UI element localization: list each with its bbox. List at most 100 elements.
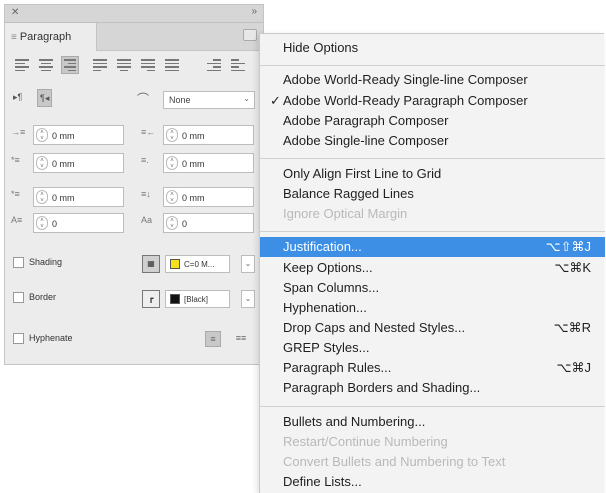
shading-dropdown-icon[interactable]: ⌄ xyxy=(241,255,255,273)
tab-paragraph-label: Paragraph xyxy=(19,31,72,43)
left-indent-field[interactable]: →≡ ˄ ˅ 0 mm xyxy=(11,125,124,145)
menu-label: Ignore Optical Margin xyxy=(283,206,408,221)
shading-row[interactable]: Shading xyxy=(13,257,62,277)
menu-label: Adobe Single-line Composer xyxy=(283,133,449,148)
panel-title-bar[interactable]: ✕ » xyxy=(5,5,263,23)
justify-right-icon[interactable] xyxy=(139,56,157,74)
panel-tab-row: ≡ Paragraph xyxy=(5,23,263,51)
stepper-icon[interactable]: ˄ ˅ xyxy=(36,216,48,230)
menu-item-grep-styles[interactable]: GREP Styles... xyxy=(260,338,605,358)
right-to-left-button[interactable]: ¶◂ xyxy=(37,89,53,107)
menu-item-balance-ragged[interactable]: Balance Ragged Lines xyxy=(260,184,605,204)
shading-color-select[interactable]: C=0 M... xyxy=(165,255,230,273)
close-icon[interactable]: ✕ xyxy=(11,7,19,18)
menu-separator xyxy=(260,65,605,66)
space-before-value: 0 mm xyxy=(52,193,75,203)
shading-swatch-value: C=0 M... xyxy=(184,260,215,269)
menu-item-define-lists[interactable]: Define Lists... xyxy=(260,472,605,492)
align-right-icon[interactable] xyxy=(61,56,79,74)
space-after-icon: ≡↓ xyxy=(141,189,151,199)
shading-color-chip xyxy=(170,259,180,269)
drop-cap-chars-field[interactable]: Aa ˄ ˅ 0 xyxy=(141,213,254,233)
menu-label: Restart/Continue Numbering xyxy=(283,434,448,449)
menu-item-align-first-line[interactable]: Only Align First Line to Grid xyxy=(260,164,605,184)
menu-label: Convert Bullets and Numbering to Text xyxy=(283,454,506,469)
shading-checkbox[interactable] xyxy=(13,257,24,269)
menu-label: Justification... xyxy=(283,239,362,254)
align-away-spine-icon[interactable] xyxy=(229,56,247,74)
first-line-indent-icon: *≡ xyxy=(11,155,20,165)
justify-all-icon[interactable] xyxy=(163,56,181,74)
stepper-icon[interactable]: ˄ ˅ xyxy=(36,128,48,142)
menu-label: Hide Options xyxy=(283,40,359,55)
last-line-indent-field[interactable]: ≡. ˄ ˅ 0 mm xyxy=(141,153,254,173)
menu-item-paragraph-composer[interactable]: Adobe Paragraph Composer xyxy=(260,111,605,131)
drop-cap-lines-icon: A≡ xyxy=(11,215,23,225)
first-line-indent-value: 0 mm xyxy=(52,159,75,169)
menu-item-paragraph-rules[interactable]: Paragraph Rules... ⌥⌘J xyxy=(260,358,605,378)
no-grid-align-icon[interactable]: ≡ xyxy=(205,331,221,347)
menu-label: Adobe World-Ready Single-line Composer xyxy=(283,72,528,87)
menu-item-world-ready-single[interactable]: Adobe World-Ready Single-line Composer xyxy=(260,70,605,90)
align-center-icon[interactable] xyxy=(37,56,55,74)
justify-center-icon[interactable] xyxy=(115,56,133,74)
left-to-right-button[interactable]: ▸¶ xyxy=(11,89,24,107)
space-after-field[interactable]: ≡↓ ˄ ˅ 0 mm xyxy=(141,187,254,207)
drop-cap-lines-field[interactable]: A≡ ˄ ˅ 0 xyxy=(11,213,124,233)
space-before-field[interactable]: *≡ ˄ ˅ 0 mm xyxy=(11,187,124,207)
menu-label: Adobe Paragraph Composer xyxy=(283,113,449,128)
border-row[interactable]: Border xyxy=(13,292,56,312)
panel-menu-icon[interactable] xyxy=(243,29,257,41)
border-swatch-icon[interactable]: ┏ xyxy=(142,290,160,308)
language-select[interactable]: None ⌄ xyxy=(163,91,255,109)
justify-left-icon[interactable] xyxy=(91,56,109,74)
border-swatch-value: [Black] xyxy=(184,295,209,304)
first-line-indent-field[interactable]: *≡ ˄ ˅ 0 mm xyxy=(11,153,124,173)
border-checkbox[interactable] xyxy=(13,292,24,304)
menu-item-restart-numbering: Restart/Continue Numbering xyxy=(260,432,605,452)
menu-item-hyphenation[interactable]: Hyphenation... xyxy=(260,298,605,318)
align-toward-spine-icon[interactable] xyxy=(205,56,223,74)
menu-label: Hyphenation... xyxy=(283,300,367,315)
menu-label: Span Columns... xyxy=(283,280,380,295)
stepper-icon[interactable]: ˄ ˅ xyxy=(166,128,178,142)
stepper-icon[interactable]: ˄ ˅ xyxy=(36,156,48,170)
menu-item-drop-caps[interactable]: Drop Caps and Nested Styles... ⌥⌘R xyxy=(260,318,605,338)
menu-item-hide-options[interactable]: Hide Options xyxy=(260,38,605,58)
menu-label: GREP Styles... xyxy=(283,340,370,355)
align-left-icon[interactable] xyxy=(13,56,31,74)
hyphenate-row[interactable]: Hyphenate xyxy=(13,333,73,353)
shortcut-label: ⌥⌘R xyxy=(553,320,591,335)
border-dropdown-icon[interactable]: ⌄ xyxy=(241,290,255,308)
grip-icon: ≡ xyxy=(11,32,17,43)
drop-cap-chars-value: 0 xyxy=(182,219,188,229)
menu-item-span-columns[interactable]: Span Columns... xyxy=(260,278,605,298)
stepper-icon[interactable]: ˄ ˅ xyxy=(166,156,178,170)
border-color-select[interactable]: [Black] xyxy=(165,290,230,308)
menu-separator xyxy=(260,406,605,407)
grid-align-icon[interactable]: ≡≡ xyxy=(233,331,249,347)
stepper-icon[interactable]: ˄ ˅ xyxy=(36,190,48,204)
alignment-toolbar xyxy=(5,53,265,77)
menu-label: Paragraph Borders and Shading... xyxy=(283,380,481,395)
left-indent-value: 0 mm xyxy=(52,131,75,141)
hyphenate-label: Hyphenate xyxy=(29,333,73,343)
menu-item-justification[interactable]: Justification... ⌥⇧⌘J xyxy=(260,237,605,257)
menu-item-world-ready-paragraph[interactable]: ✓ Adobe World-Ready Paragraph Composer xyxy=(260,91,605,111)
collapse-icon[interactable]: » xyxy=(251,6,256,17)
menu-item-keep-options[interactable]: Keep Options... ⌥⌘K xyxy=(260,258,605,278)
stepper-icon[interactable]: ˄ ˅ xyxy=(166,190,178,204)
shading-swatch-icon[interactable]: ▦ xyxy=(142,255,160,273)
border-label: Border xyxy=(29,292,57,302)
stepper-icon[interactable]: ˄ ˅ xyxy=(166,216,178,230)
space-before-icon: *≡ xyxy=(11,189,20,199)
tab-paragraph[interactable]: ≡ Paragraph xyxy=(5,23,97,51)
last-line-indent-value: 0 mm xyxy=(182,159,205,169)
menu-item-borders-shading[interactable]: Paragraph Borders and Shading... xyxy=(260,378,605,398)
hyphenate-checkbox[interactable] xyxy=(13,333,24,345)
menu-item-single-line-composer[interactable]: Adobe Single-line Composer xyxy=(260,131,605,151)
shortcut-label: ⌥⌘K xyxy=(554,260,591,275)
menu-item-bullets-numbering[interactable]: Bullets and Numbering... xyxy=(260,412,605,432)
shortcut-label: ⌥⌘J xyxy=(556,360,591,375)
right-indent-field[interactable]: ≡← ˄ ˅ 0 mm xyxy=(141,125,254,145)
